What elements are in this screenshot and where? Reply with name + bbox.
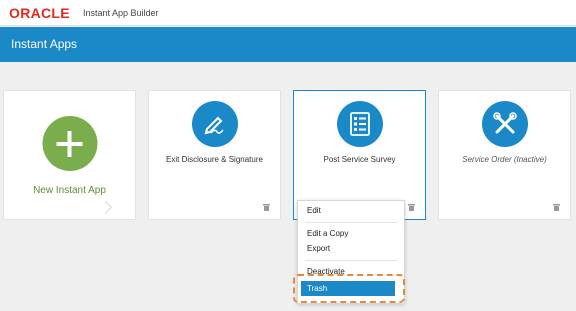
app-card-service-order[interactable]: Service Order (Inactive) (438, 90, 571, 220)
pen-icon (191, 101, 238, 147)
top-bar: ORACLE Instant App Builder (0, 0, 576, 26)
menu-divider (305, 222, 397, 223)
trash-icon[interactable] (263, 204, 270, 211)
highlight-annotation (293, 274, 405, 303)
new-instant-app-card[interactable]: New Instant App (3, 90, 136, 220)
trash-icon[interactable] (408, 204, 415, 211)
app-title: Instant App Builder (83, 8, 159, 18)
card-label: Exit Disclosure & Signature (166, 155, 263, 164)
card-label: Service Order (Inactive) (462, 155, 547, 164)
menu-item-export[interactable]: Export (298, 242, 404, 256)
page-title: Instant Apps (11, 37, 78, 51)
card-label: Post Service Survey (323, 155, 396, 164)
menu-item-edit[interactable]: Edit (298, 204, 404, 218)
trash-icon[interactable] (553, 204, 560, 211)
plus-icon (42, 116, 97, 171)
oracle-logo[interactable]: ORACLE (9, 6, 70, 20)
checklist-icon (336, 101, 383, 147)
menu-divider (305, 260, 397, 261)
card-label: New Instant App (33, 185, 106, 196)
app-card-exit-disclosure[interactable]: Exit Disclosure & Signature (148, 90, 281, 220)
tools-icon (481, 101, 528, 147)
page-banner: Instant Apps (0, 27, 576, 62)
menu-item-edit-a-copy[interactable]: Edit a Copy (298, 227, 404, 241)
